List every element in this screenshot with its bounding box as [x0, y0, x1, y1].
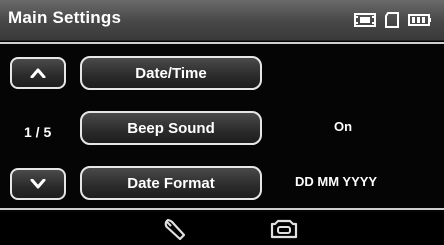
footer-bar — [0, 212, 444, 245]
status-icons — [354, 12, 432, 28]
date-time-button[interactable]: Date/Time — [80, 56, 262, 90]
camera-mode-icon — [270, 219, 298, 239]
menu-item-label: Date/Time — [135, 64, 207, 82]
wrench-icon — [164, 218, 186, 241]
date-format-button[interactable]: Date Format — [80, 166, 262, 200]
camera-mode-button[interactable] — [266, 216, 302, 242]
film-mode-icon — [354, 13, 376, 27]
sd-card-icon — [385, 12, 399, 28]
menu-item-label: Beep Sound — [127, 119, 215, 137]
chevron-up-icon — [30, 68, 46, 78]
device-screen: Main Settings 1 / 5 Date/Time Beep Sound… — [0, 0, 444, 245]
date-format-value: DD MM YYYY — [295, 174, 378, 189]
header-divider — [0, 42, 444, 44]
menu-item-label: Date Format — [127, 174, 215, 192]
scroll-down-button[interactable] — [10, 168, 66, 200]
scroll-up-button[interactable] — [10, 57, 66, 89]
footer-divider — [0, 208, 444, 210]
beep-sound-value: On — [334, 119, 353, 134]
settings-tool-button[interactable] — [158, 216, 194, 242]
header-bar: Main Settings — [0, 0, 444, 41]
battery-icon — [408, 14, 431, 26]
page-title: Main Settings — [8, 8, 122, 27]
chevron-down-icon — [30, 179, 46, 189]
beep-sound-button[interactable]: Beep Sound — [80, 111, 262, 145]
page-indicator: 1 / 5 — [24, 124, 52, 140]
